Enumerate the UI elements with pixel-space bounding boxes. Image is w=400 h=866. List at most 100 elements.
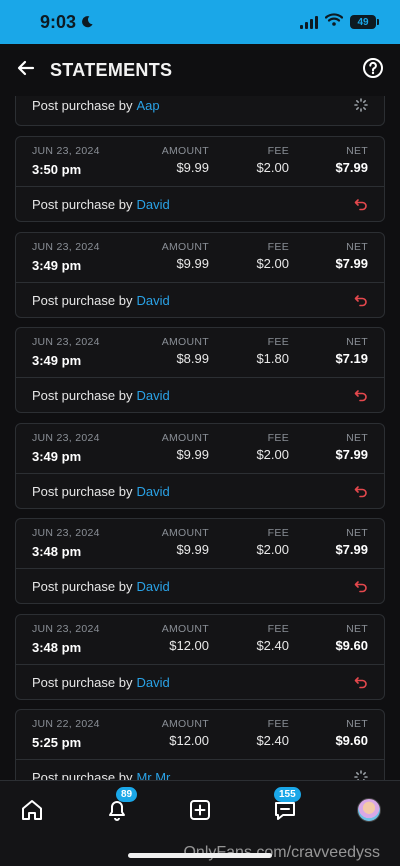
amount-column: AMOUNT $9.99 [162,145,209,175]
date-column: JUN 23, 2024 3:49 pm [32,336,100,368]
statement-description: Post purchase by David [16,187,384,221]
time-value: 3:48 pm [32,640,82,655]
time-value: 3:49 pm [32,449,82,464]
statement-description: Post purchase by David [16,283,384,317]
clock: 9:03 [40,11,77,32]
statement-card[interactable]: JUN 23, 2024 3:48 pm AMOUNT $9.99 FEE $2.00 NE… [15,518,385,604]
date-label: JUN 23, 2024 [32,432,100,444]
buyer-link[interactable]: Mr Mr [136,770,170,781]
amount-label: AMOUNT [161,718,209,730]
date-column: JUN 22, 2024 5:25 pm [32,718,100,750]
fee-label: FEE [267,145,289,157]
post-purchase-label: Post purchase by [32,578,133,594]
back-arrow-icon[interactable] [16,58,36,83]
add-post-icon[interactable] [185,795,215,825]
date-label: JUN 23, 2024 [32,336,100,348]
fee-label: FEE [267,336,289,348]
statement-card[interactable]: JUN 22, 2024 5:25 pm AMOUNT $12.00 FEE $2.40 N… [15,709,385,780]
net-value: $7.99 [335,542,368,557]
net-value: $7.99 [335,256,368,271]
post-purchase-label: Post purchase by [32,674,133,690]
fee-column: FEE $2.40 [256,718,289,748]
net-value: $9.60 [335,638,368,653]
buyer-link[interactable]: David [136,388,169,403]
profile-avatar[interactable] [354,795,384,825]
date-column: JUN 23, 2024 3:49 pm [32,241,100,273]
fee-value: $2.00 [256,160,289,175]
statement-card-partial[interactable]: Post purchase by Aap [15,96,385,126]
battery-level: 49 [357,16,369,28]
buyer-link[interactable]: David [136,484,169,499]
net-label: NET [346,432,368,444]
buyer-link[interactable]: David [136,293,169,308]
fee-value: $2.00 [256,542,289,557]
fee-label: FEE [267,241,289,253]
time-value: 5:25 pm [32,735,82,750]
statement-summary: JUN 23, 2024 3:50 pm AMOUNT $9.99 FEE $2.00 NE… [16,137,384,187]
statement-summary: JUN 23, 2024 3:48 pm AMOUNT $9.99 FEE $2.00 NE… [16,519,384,569]
post-purchase-label: Post purchase by [32,387,133,403]
notifications-icon[interactable]: 89 [102,787,138,825]
buyer-link[interactable]: Aap [136,98,159,113]
fee-value: $2.00 [256,256,289,271]
page-title: STATEMENTS [50,59,173,80]
buyer-link[interactable]: David [136,579,169,594]
amount-label: AMOUNT [161,336,209,348]
status-time: 9:03 [40,12,94,33]
net-column: NET $7.99 [335,527,368,557]
fee-value: $2.40 [256,733,289,748]
amount-label: AMOUNT [161,527,209,539]
net-label: NET [346,718,368,730]
refund-icon [354,579,368,593]
statement-card[interactable]: JUN 23, 2024 3:49 pm AMOUNT $9.99 FEE $2.00 NE… [15,232,385,318]
amount-column: AMOUNT $9.99 [162,527,209,557]
home-indicator[interactable] [128,853,272,858]
refund-icon [354,197,368,211]
buyer-link[interactable]: David [136,197,169,212]
fee-label: FEE [267,623,289,635]
refund-icon [354,388,368,402]
net-column: NET $9.60 [335,623,368,653]
statement-summary: JUN 23, 2024 3:49 pm AMOUNT $9.99 FEE $2.00 NE… [16,233,384,283]
notifications-badge: 89 [116,787,138,802]
pending-icon [354,98,368,112]
date-column: JUN 23, 2024 3:48 pm [32,623,100,655]
statements-list[interactable]: Post purchase by Aap JUN 23, 2024 3:50 pm… [0,96,400,780]
cell-signal-icon [300,15,318,29]
net-column: NET $7.99 [335,432,368,462]
statement-description: Post purchase by David [16,569,384,603]
amount-column: AMOUNT $9.99 [162,241,209,271]
net-label: NET [346,623,368,635]
help-icon[interactable] [362,57,384,84]
statement-card[interactable]: JUN 23, 2024 3:50 pm AMOUNT $9.99 FEE $2.00 NE… [15,136,385,222]
home-icon[interactable] [17,795,47,825]
statement-card[interactable]: JUN 23, 2024 3:49 pm AMOUNT $9.99 FEE $2.00 NE… [15,423,385,509]
statement-description: Post purchase by David [16,474,384,508]
net-column: NET $7.99 [335,241,368,271]
refund-icon [354,293,368,307]
amount-column: AMOUNT $12.00 [162,718,209,748]
time-value: 3:48 pm [32,544,82,559]
post-purchase-label: Post purchase by [32,483,133,499]
net-label: NET [346,145,368,157]
statement-summary: JUN 23, 2024 3:49 pm AMOUNT $9.99 FEE $2.00 NE… [16,424,384,474]
moon-icon [81,12,94,33]
net-column: NET $7.19 [335,336,368,366]
messages-icon[interactable]: 155 [270,787,301,825]
statement-description: Post purchase by David [16,665,384,699]
messages-badge: 155 [274,787,301,802]
date-column: JUN 23, 2024 3:49 pm [32,432,100,464]
fee-column: FEE $2.00 [256,527,289,557]
statement-card[interactable]: JUN 23, 2024 3:48 pm AMOUNT $12.00 FEE $2.40 N… [15,614,385,700]
header: STATEMENTS [0,44,400,96]
battery-icon: 49 [350,15,379,29]
amount-column: AMOUNT $8.99 [162,336,209,366]
fee-column: FEE $2.00 [256,432,289,462]
date-column: JUN 23, 2024 3:48 pm [32,527,100,559]
statement-summary: JUN 22, 2024 5:25 pm AMOUNT $12.00 FEE $2.40 N… [16,710,384,760]
date-label: JUN 23, 2024 [32,241,100,253]
fee-column: FEE $2.40 [256,623,289,653]
amount-label: AMOUNT [161,145,209,157]
statement-card[interactable]: JUN 23, 2024 3:49 pm AMOUNT $8.99 FEE $1.80 NE… [15,327,385,413]
buyer-link[interactable]: David [136,675,169,690]
